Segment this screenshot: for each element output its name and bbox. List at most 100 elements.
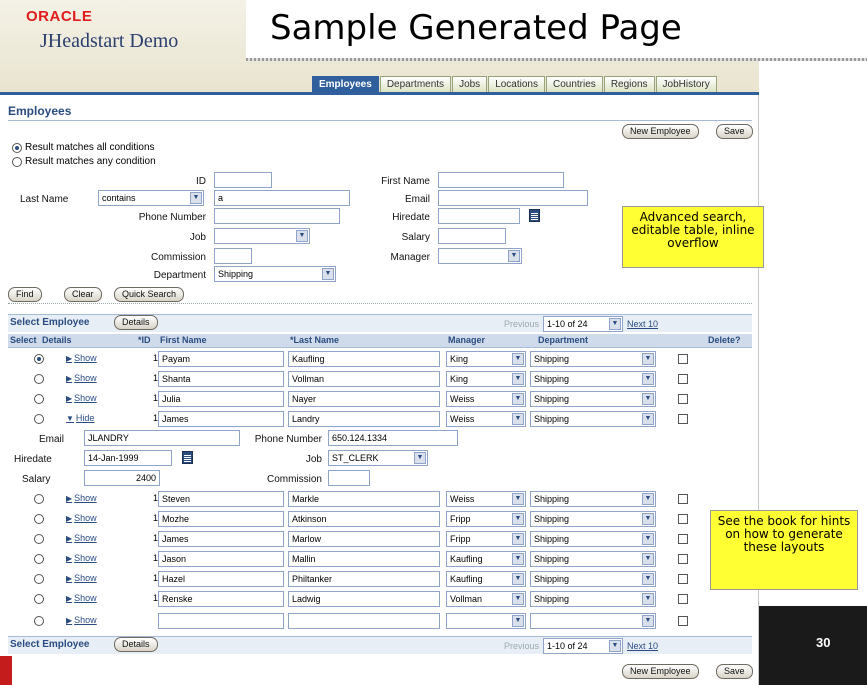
row-select-radio[interactable] [34, 494, 44, 504]
next-link[interactable]: Next 10 [627, 641, 658, 651]
match-any-option[interactable]: Result matches any condition [12, 156, 156, 167]
show-details-link[interactable]: ▶ Show [66, 615, 97, 625]
id-field[interactable] [214, 172, 272, 188]
manager-select[interactable]: ▼ [446, 613, 526, 629]
delete-checkbox[interactable] [678, 394, 688, 404]
first-name-field[interactable] [438, 172, 564, 188]
commission-field[interactable] [214, 248, 252, 264]
detail-salary-field[interactable]: 2400 [84, 470, 160, 486]
row-select-radio[interactable] [34, 374, 44, 384]
delete-checkbox[interactable] [678, 374, 688, 384]
department-select[interactable]: ▼ [530, 613, 656, 629]
delete-checkbox[interactable] [678, 354, 688, 364]
next-link[interactable]: Next 10 [627, 319, 658, 329]
delete-checkbox[interactable] [678, 534, 688, 544]
detail-phone-field[interactable]: 650.124.1334 [328, 430, 458, 446]
save-button-bottom[interactable]: Save [716, 664, 753, 679]
last-name-field[interactable]: Mallin [288, 551, 440, 567]
row-select-radio[interactable] [34, 554, 44, 564]
previous-link[interactable]: Previous [504, 319, 539, 329]
hide-details-link[interactable]: ▼ Hide [66, 413, 94, 423]
department-select[interactable]: Shipping ▼ [530, 531, 656, 547]
first-name-field[interactable]: James [158, 411, 284, 427]
first-name-field[interactable]: Steven [158, 491, 284, 507]
last-name-field[interactable]: Landry [288, 411, 440, 427]
show-details-link[interactable]: ▶ Show [66, 593, 97, 603]
department-select[interactable]: Shipping ▼ [530, 371, 656, 387]
hiredate-field[interactable] [438, 208, 520, 224]
tab-locations[interactable]: Locations [488, 76, 545, 92]
manager-select[interactable]: Fripp ▼ [446, 511, 526, 527]
last-name-field[interactable]: Philtanker [288, 571, 440, 587]
department-select[interactable]: Shipping ▼ [530, 391, 656, 407]
row-select-radio[interactable] [34, 616, 44, 626]
delete-checkbox[interactable] [678, 554, 688, 564]
row-select-radio[interactable] [34, 354, 44, 364]
previous-link[interactable]: Previous [504, 641, 539, 651]
new-employee-button-bottom[interactable]: New Employee [622, 664, 699, 679]
manager-select[interactable]: Weiss ▼ [446, 391, 526, 407]
show-details-link[interactable]: ▶ Show [66, 573, 97, 583]
last-name-operator-select[interactable]: contains ▼ [98, 190, 204, 206]
tab-employees[interactable]: Employees [312, 76, 379, 92]
range-select[interactable]: 1-10 of 24 ▼ [543, 316, 624, 332]
department-select[interactable]: Shipping ▼ [530, 511, 656, 527]
match-all-radio[interactable] [12, 142, 22, 153]
department-select[interactable]: Shipping ▼ [530, 411, 656, 427]
last-name-field[interactable]: Markle [288, 491, 440, 507]
row-select-radio[interactable] [34, 514, 44, 524]
first-name-field[interactable]: Mozhe [158, 511, 284, 527]
first-name-field[interactable]: Shanta [158, 371, 284, 387]
last-name-field[interactable]: Atkinson [288, 511, 440, 527]
save-button-top[interactable]: Save [716, 124, 753, 139]
first-name-field[interactable]: Hazel [158, 571, 284, 587]
manager-select[interactable]: King ▼ [446, 351, 526, 367]
delete-checkbox[interactable] [678, 414, 688, 424]
department-select[interactable]: Shipping ▼ [530, 551, 656, 567]
phone-field[interactable] [214, 208, 340, 224]
match-all-option[interactable]: Result matches all conditions [12, 142, 155, 153]
row-select-radio[interactable] [34, 414, 44, 424]
find-button[interactable]: Find [8, 287, 42, 302]
manager-select[interactable]: Weiss ▼ [446, 411, 526, 427]
row-select-radio[interactable] [34, 594, 44, 604]
quick-search-button[interactable]: Quick Search [114, 287, 185, 302]
show-details-link[interactable]: ▶ Show [66, 493, 97, 503]
last-name-field[interactable]: Ladwig [288, 591, 440, 607]
show-details-link[interactable]: ▶ Show [66, 393, 97, 403]
tab-countries[interactable]: Countries [546, 76, 603, 92]
last-name-field[interactable]: Nayer [288, 391, 440, 407]
detail-commission-field[interactable] [328, 470, 370, 486]
first-name-field[interactable]: James [158, 531, 284, 547]
delete-checkbox[interactable] [678, 574, 688, 584]
detail-hiredate-field[interactable]: 14-Jan-1999 [84, 450, 172, 466]
row-select-radio[interactable] [34, 574, 44, 584]
details-button-top[interactable]: Details [114, 315, 158, 330]
first-name-field[interactable]: Julia [158, 391, 284, 407]
delete-checkbox[interactable] [678, 514, 688, 524]
first-name-field[interactable]: Payam [158, 351, 284, 367]
show-details-link[interactable]: ▶ Show [66, 533, 97, 543]
manager-select[interactable]: Fripp ▼ [446, 531, 526, 547]
show-details-link[interactable]: ▶ Show [66, 513, 97, 523]
show-details-link[interactable]: ▶ Show [66, 353, 97, 363]
manager-select[interactable]: King ▼ [446, 371, 526, 387]
first-name-field[interactable]: Jason [158, 551, 284, 567]
department-select[interactable]: Shipping ▼ [214, 266, 336, 282]
first-name-field[interactable]: Renske [158, 591, 284, 607]
range-select[interactable]: 1-10 of 24 ▼ [543, 638, 624, 654]
department-select[interactable]: Shipping ▼ [530, 571, 656, 587]
tab-jobhistory[interactable]: JobHistory [655, 76, 717, 92]
delete-checkbox[interactable] [678, 594, 688, 604]
match-any-radio[interactable] [12, 156, 22, 167]
first-name-field[interactable] [158, 613, 284, 629]
delete-checkbox[interactable] [678, 494, 688, 504]
last-name-field[interactable]: Marlow [288, 531, 440, 547]
last-name-field[interactable] [288, 613, 440, 629]
tab-regions[interactable]: Regions [603, 76, 655, 92]
tab-departments[interactable]: Departments [379, 76, 452, 92]
show-details-link[interactable]: ▶ Show [66, 553, 97, 563]
last-name-field[interactable]: a [214, 190, 350, 206]
calendar-icon[interactable] [182, 451, 193, 464]
last-name-field[interactable]: Kaufling [288, 351, 440, 367]
